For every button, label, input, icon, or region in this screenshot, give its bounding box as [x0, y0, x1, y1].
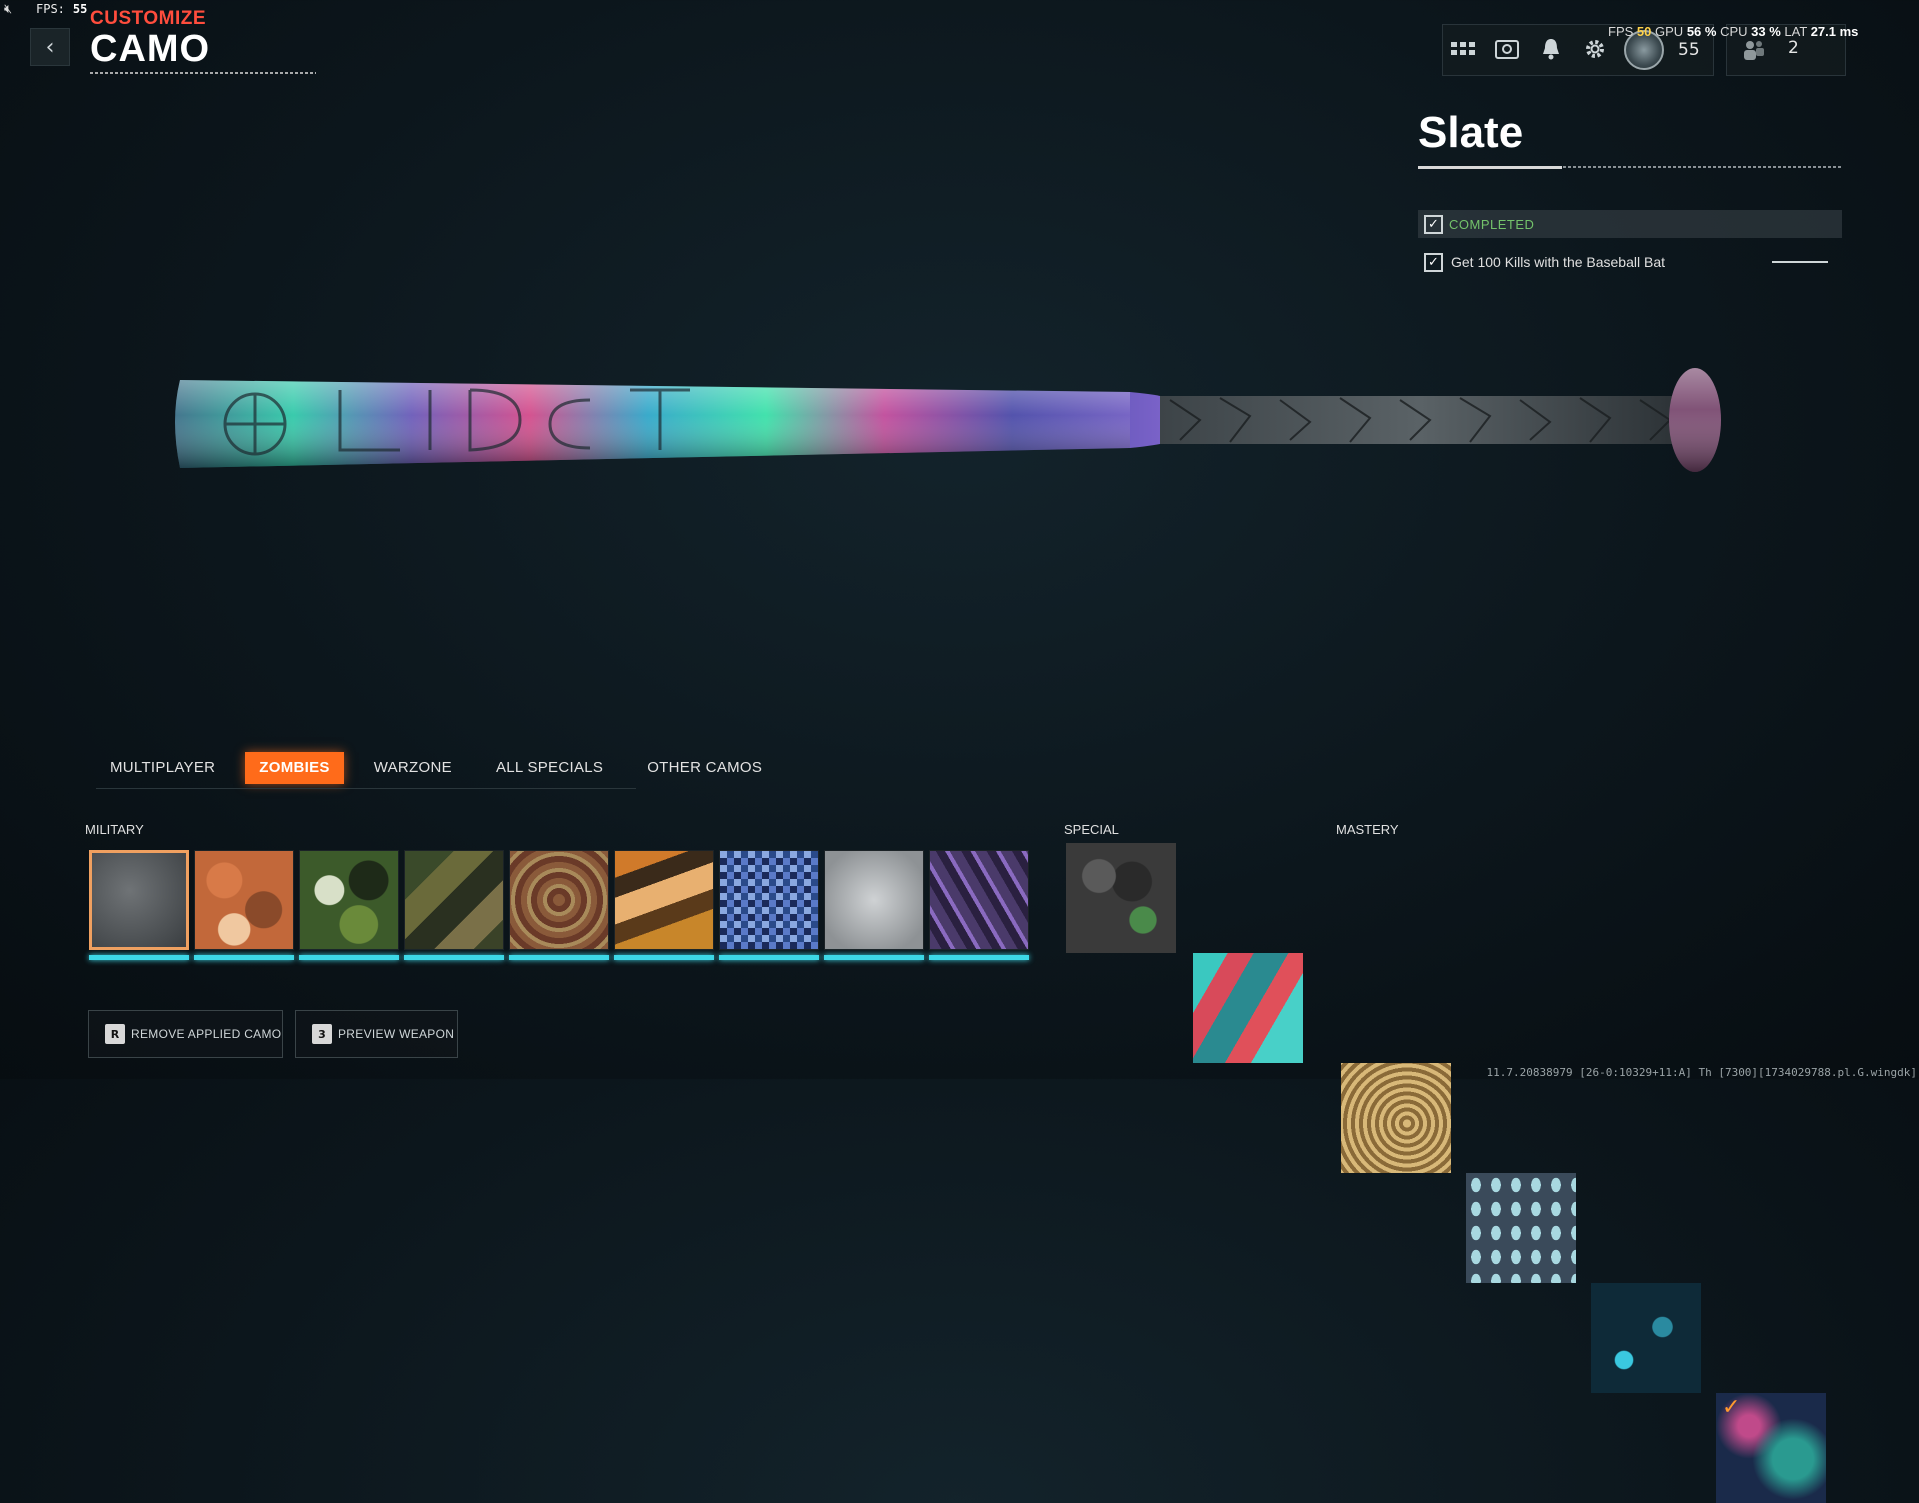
page-title: CAMO	[90, 28, 211, 70]
bat-knob-shine	[1669, 368, 1721, 472]
bell-icon[interactable]	[1536, 36, 1566, 62]
player-level: 55	[1678, 40, 1700, 60]
fps-overlay-label: FPS:	[36, 2, 65, 16]
checkbox-checked-icon: ✓	[1424, 252, 1443, 272]
camo-progress-bar	[299, 955, 399, 960]
camo-progress-bar	[929, 955, 1029, 960]
camo-swatch-zebra[interactable]	[929, 850, 1029, 950]
camo-swatch-topographic[interactable]	[509, 850, 609, 950]
camo-name: Slate	[1418, 108, 1524, 157]
key-hint: 3	[312, 1024, 332, 1044]
camo-swatch-mastery-gold[interactable]	[1341, 1063, 1451, 1173]
key-hint: R	[105, 1024, 125, 1044]
checkmark-icon: ✓	[1722, 1395, 1741, 1420]
challenge-text: Get 100 Kills with the Baseball Bat	[1451, 254, 1666, 270]
stat-gpu: 56 %	[1686, 24, 1717, 39]
stat-cpu-label: CPU	[1720, 24, 1748, 39]
stat-gpu-label: GPU	[1655, 24, 1684, 39]
camo-swatch-geometric[interactable]	[404, 850, 504, 950]
camo-swatch-tiger[interactable]	[614, 850, 714, 950]
stat-lat-label: LAT	[1784, 24, 1808, 39]
camo-swatch-slate[interactable]	[89, 850, 189, 950]
camo-progress-bar	[194, 955, 294, 960]
tab-zombies[interactable]: ZOMBIES	[245, 752, 344, 784]
camo-swatch-mastery-scales[interactable]	[1466, 1173, 1576, 1283]
preview-weapon-label: PREVIEW WEAPON	[338, 1027, 455, 1041]
camo-progress-bar	[824, 955, 924, 960]
challenge-row: ✓ Get 100 Kills with the Baseball Bat	[1418, 250, 1842, 274]
chevron-left-icon: ‹	[45, 34, 55, 60]
title-underline	[90, 72, 316, 74]
back-button[interactable]: ‹	[30, 28, 70, 66]
challenge-progress-line	[1772, 261, 1828, 263]
camo-progress-bar	[89, 955, 189, 960]
grid-menu-icon[interactable]	[1448, 36, 1478, 62]
status-text: COMPLETED	[1449, 216, 1535, 232]
bat-barrel-shine	[175, 380, 1130, 468]
stat-fps-label: FPS	[1608, 24, 1634, 39]
checkbox-checked-icon: ✓	[1424, 214, 1443, 234]
camo-swatch-mastery-cyber[interactable]	[1591, 1283, 1701, 1393]
stat-lat: 27.1 ms	[1810, 24, 1859, 39]
party-count: 2	[1788, 38, 1799, 58]
stat-fps: 50	[1636, 24, 1652, 39]
fps-overlay: FPS: 55	[36, 2, 87, 16]
completion-status: ✓ COMPLETED	[1418, 210, 1842, 238]
build-version: 11.7.20838979 [26-0:10329+11:A] Th [7300…	[1486, 1066, 1917, 1079]
section-label-special: SPECIAL	[1064, 822, 1119, 837]
breadcrumb: CUSTOMIZE	[90, 8, 207, 29]
camo-progress-bar	[719, 955, 819, 960]
mute-icon: 🔇︎	[4, 2, 13, 17]
tab-multiplayer[interactable]: MULTIPLAYER	[96, 752, 229, 784]
store-icon[interactable]	[1492, 36, 1522, 62]
camo-swatch-special-2[interactable]	[1193, 953, 1303, 1063]
fps-overlay-value: 55	[72, 2, 88, 16]
performance-stats: FPS 50 GPU 56 % CPU 33 % LAT 27.1 ms	[1608, 24, 1858, 39]
section-label-mastery: MASTERY	[1336, 822, 1399, 837]
camo-swatch-woodland[interactable]	[299, 850, 399, 950]
camo-progress-bar	[404, 955, 504, 960]
camo-swatch-special-1[interactable]	[1066, 843, 1176, 953]
remove-applied-camo-button[interactable]: R REMOVE APPLIED CAMO	[88, 1010, 283, 1058]
camo-progress-bar	[614, 955, 714, 960]
section-label-military: MILITARY	[85, 822, 144, 837]
tabs-divider	[96, 788, 636, 789]
remove-camo-label: REMOVE APPLIED CAMO	[131, 1027, 282, 1041]
tab-all-specials[interactable]: ALL SPECIALS	[482, 752, 617, 784]
camo-progress-bar	[509, 955, 609, 960]
camo-name-underline-accent	[1418, 166, 1562, 169]
camo-swatch-cracked[interactable]	[824, 850, 924, 950]
preview-weapon-button[interactable]: 3 PREVIEW WEAPON	[295, 1010, 458, 1058]
tab-warzone[interactable]: WARZONE	[360, 752, 466, 784]
camo-category-tabs: MULTIPLAYER ZOMBIES WARZONE ALL SPECIALS…	[96, 752, 792, 784]
camo-swatch-mastery-nebula[interactable]: ✓	[1716, 1393, 1826, 1503]
bat-grip	[1160, 396, 1680, 444]
camo-swatch-desert[interactable]	[194, 850, 294, 950]
tab-other-camos[interactable]: OTHER CAMOS	[633, 752, 776, 784]
weapon-preview-baseball-bat[interactable]	[170, 360, 1730, 480]
camo-swatch-digital-blue[interactable]	[719, 850, 819, 950]
gear-icon[interactable]	[1580, 36, 1610, 62]
stat-cpu: 33 %	[1751, 24, 1781, 39]
party-icon[interactable]	[1738, 36, 1768, 64]
